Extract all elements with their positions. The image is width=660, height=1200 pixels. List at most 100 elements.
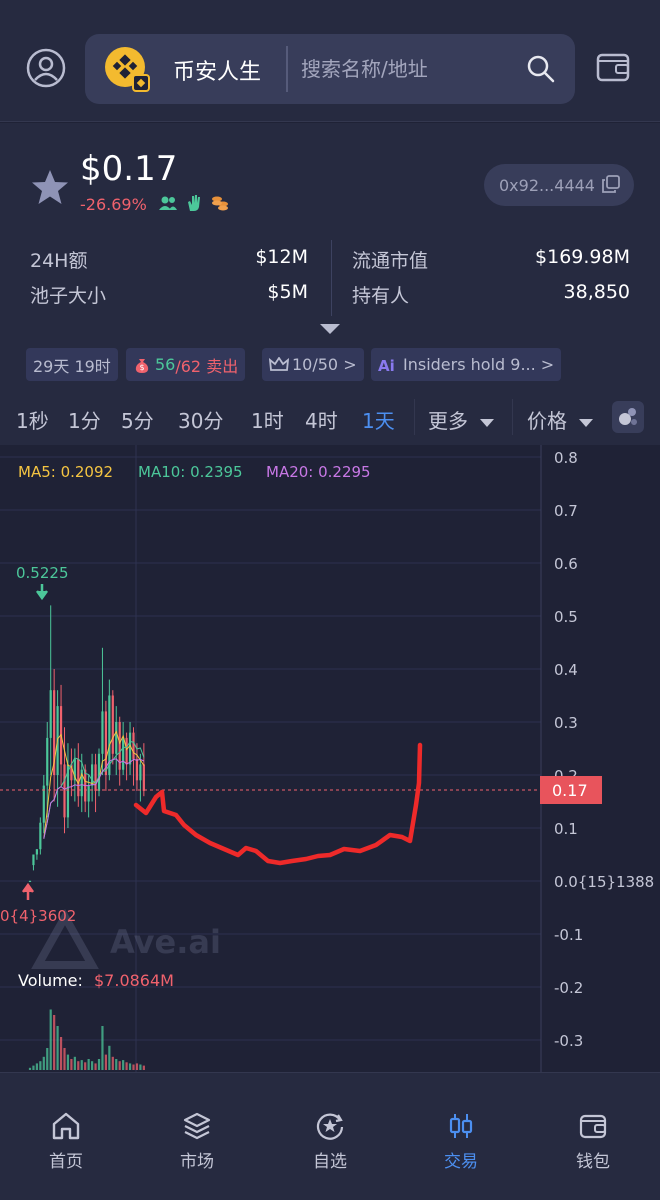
price-mode-button[interactable]: 价格 <box>527 405 594 434</box>
ma20-label: MA20: 0.2295 <box>266 463 371 481</box>
volume-bar <box>135 1063 139 1070</box>
timeframe-1h[interactable]: 1时 <box>251 405 284 434</box>
ai-icon: Ai <box>378 357 395 374</box>
nav-trade[interactable]: 交易 <box>416 1103 506 1172</box>
sells-text: /62 卖出 <box>175 356 239 376</box>
holders-label: 持有人 <box>352 285 410 307</box>
candle-body <box>135 759 139 781</box>
volume-bar <box>49 1009 52 1070</box>
volume-bar <box>139 1064 142 1070</box>
volume-24h-label: 24H额 <box>30 250 88 272</box>
ma5-label: MA5: 0.2092 <box>18 463 113 481</box>
chart-settings-button[interactable] <box>612 401 644 433</box>
user-avatar-icon[interactable] <box>26 48 66 88</box>
low-price-label: 0{4}3602 <box>0 907 76 925</box>
y-tick-label: 0.6 <box>554 555 578 573</box>
market-cap-value: $169.98M <box>535 246 630 268</box>
trades-tag[interactable]: $ 56 /62 卖出 <box>126 348 246 381</box>
candle-body <box>125 737 128 765</box>
contract-address: 0x92...4444 <box>499 176 595 195</box>
copy-icon[interactable] <box>601 174 621 194</box>
timeframe-separator <box>414 399 415 435</box>
volume-24h-value: $12M <box>255 246 308 268</box>
wallet-icon <box>579 1114 607 1139</box>
volume-bar <box>115 1059 118 1070</box>
wallet-icon[interactable] <box>595 50 631 84</box>
bnb-token-logo-icon <box>105 47 150 92</box>
candle-body <box>128 732 132 765</box>
top-bar: 币安人生 <box>0 0 660 122</box>
volume-bar <box>66 1054 70 1070</box>
volume-bar <box>42 1056 45 1070</box>
search-divider <box>286 46 288 92</box>
volume-bar <box>32 1065 35 1070</box>
candle-body <box>139 764 142 781</box>
y-tick-label: -0.2 <box>554 979 583 997</box>
volume-bar <box>108 1045 111 1070</box>
candle-body <box>91 764 94 786</box>
search-bar[interactable]: 币安人生 <box>85 34 575 104</box>
candle-body <box>132 732 135 760</box>
top-holders-text: 10/50 > <box>292 355 357 374</box>
volume-bar <box>132 1064 135 1070</box>
timeframe-4h[interactable]: 4时 <box>305 405 338 434</box>
timeframe-1d[interactable]: 1天 <box>362 405 395 434</box>
volume-bar <box>35 1063 38 1070</box>
crown-icon <box>269 356 289 371</box>
top-holders-tag[interactable]: 10/50 > <box>262 348 364 381</box>
age-tag[interactable]: 29天 19时 <box>26 348 118 381</box>
candle-body <box>115 722 118 754</box>
y-tick-label: 0.3 <box>554 714 578 732</box>
nav-watchlist[interactable]: 自选 <box>285 1103 375 1172</box>
y-tick-label: 0.4 <box>554 661 578 679</box>
candle-body <box>39 822 42 850</box>
candle-body <box>49 690 52 738</box>
y-tick-label: 0.0{15}1388 <box>554 873 654 891</box>
volume-bar <box>91 1061 94 1070</box>
price-chart[interactable]: Ave.ai MA5: 0.2092 MA10: 0.2395 MA20: 0.… <box>0 445 660 1072</box>
candle-body <box>142 764 145 791</box>
timeframe-1m[interactable]: 1分 <box>68 405 101 434</box>
volume-bar <box>46 1048 49 1070</box>
nav-wallet[interactable]: 钱包 <box>548 1103 638 1172</box>
volume-bar <box>94 1063 97 1070</box>
nav-watchlist-label: 自选 <box>313 1152 347 1172</box>
nav-home[interactable]: 首页 <box>21 1103 111 1172</box>
timeframe-5m[interactable]: 5分 <box>121 405 154 434</box>
pool-size-value: $5M <box>267 281 308 303</box>
y-tick-label: 0.8 <box>554 449 578 467</box>
more-timeframes-button[interactable]: 更多 <box>428 405 495 434</box>
holders-group-icon <box>159 196 177 210</box>
search-icon[interactable] <box>525 53 557 85</box>
coins-icon <box>212 196 228 211</box>
search-input[interactable] <box>301 48 521 90</box>
expand-caret-icon[interactable] <box>320 324 340 334</box>
volume-bar <box>87 1059 90 1070</box>
candle-body <box>87 785 90 802</box>
volume-bar <box>97 1059 101 1070</box>
volume-bar <box>80 1060 83 1070</box>
pool-size-label: 池子大小 <box>30 285 107 307</box>
timeframe-1s[interactable]: 1秒 <box>16 405 49 434</box>
timeframe-bar: 1秒 1分 5分 30分 1时 4时 1天 更多 价格 <box>0 393 660 445</box>
candle-body <box>42 785 45 823</box>
price-change: -26.69% <box>80 195 147 214</box>
stats-divider <box>331 240 332 316</box>
timeframe-separator-2 <box>512 399 513 435</box>
volume-bar <box>128 1063 132 1070</box>
y-tick-label: -0.1 <box>554 926 583 944</box>
volume-bar <box>104 1054 107 1070</box>
timeframe-30m[interactable]: 30分 <box>178 405 223 434</box>
money-bag-icon: $ <box>135 358 149 373</box>
candle-body <box>94 764 97 791</box>
nav-market[interactable]: 市场 <box>152 1103 242 1172</box>
candle-body <box>28 880 32 882</box>
y-tick-label: 0.7 <box>554 502 578 520</box>
nav-home-label: 首页 <box>49 1152 83 1172</box>
contract-address-pill[interactable]: 0x92...4444 <box>484 164 634 206</box>
volume-bar <box>59 1037 63 1070</box>
candles-icon <box>449 1114 473 1138</box>
candle-body <box>77 759 80 797</box>
insiders-tag[interactable]: Ai Insiders hold 9... > <box>371 348 562 381</box>
favorite-star-icon[interactable] <box>30 167 70 207</box>
